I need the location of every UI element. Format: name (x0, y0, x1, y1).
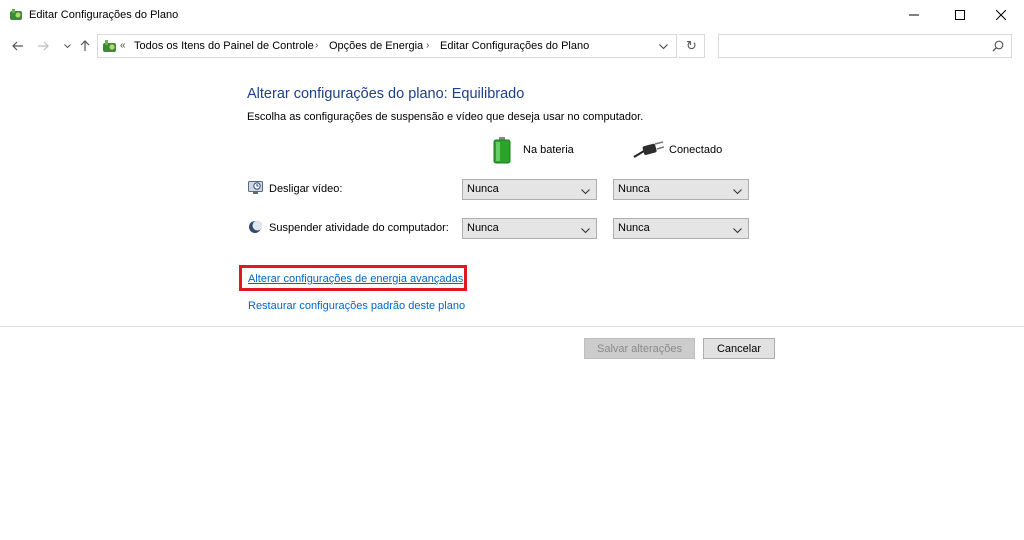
chevron-down-icon[interactable] (659, 41, 668, 53)
breadcrumb-separator[interactable]: › (315, 40, 318, 51)
breadcrumb-overflow-icon[interactable]: « (120, 40, 126, 51)
search-input[interactable] (718, 34, 1012, 58)
breadcrumb-separator[interactable]: › (426, 40, 429, 51)
breadcrumb-all-items[interactable]: Todos os Itens do Painel de Controle (134, 40, 314, 52)
page-description: Escolha as configurações de suspensão e … (247, 111, 644, 123)
cancel-button[interactable]: Cancelar (703, 338, 775, 359)
address-bar[interactable]: « Todos os Itens do Painel de Controle ›… (97, 34, 677, 58)
window-title: Editar Configurações do Plano (29, 9, 179, 21)
back-arrow-icon[interactable] (9, 36, 27, 56)
save-changes-button[interactable]: Salvar alterações (584, 338, 695, 359)
title-bar: Editar Configurações do Plano (0, 0, 1024, 30)
page-title: Alterar configurações do plano: Equilibr… (247, 86, 525, 102)
divider (0, 326, 1024, 327)
column-battery: Na bateria (523, 144, 574, 156)
chevron-down-icon (733, 186, 742, 198)
sleep-plugged-select[interactable]: Nunca (613, 218, 749, 239)
refresh-button[interactable]: ↻ (679, 34, 705, 58)
battery-icon (492, 137, 512, 167)
restore-defaults-link[interactable]: Restaurar configurações padrão deste pla… (248, 300, 465, 312)
refresh-icon: ↻ (686, 38, 697, 53)
breadcrumb-power-options[interactable]: Opções de Energia (329, 40, 423, 52)
control-panel-icon (102, 39, 117, 54)
close-button[interactable] (978, 0, 1024, 30)
chevron-down-icon (733, 225, 742, 237)
select-value: Nunca (467, 222, 499, 234)
select-value: Nunca (618, 183, 650, 195)
maximize-button[interactable] (937, 0, 983, 30)
advanced-power-settings-link[interactable]: Alterar configurações de energia avançad… (248, 273, 463, 285)
chevron-down-icon (581, 186, 590, 198)
select-value: Nunca (618, 222, 650, 234)
select-value: Nunca (467, 183, 499, 195)
search-icon (992, 40, 1004, 55)
turn-off-display-label: Desligar vídeo: (269, 183, 343, 195)
column-plugged-in: Conectado (669, 144, 723, 156)
turn-off-display-battery-select[interactable]: Nunca (462, 179, 597, 200)
control-panel-icon (9, 8, 23, 22)
sleep-label: Suspender atividade do computador: (269, 222, 449, 234)
recent-locations-chevron-icon[interactable] (58, 36, 76, 56)
sleep-moon-icon (248, 220, 263, 237)
up-arrow-icon[interactable] (76, 36, 94, 56)
chevron-down-icon (581, 225, 590, 237)
minimize-button[interactable] (891, 0, 937, 30)
forward-arrow-icon[interactable] (34, 36, 52, 56)
turn-off-display-plugged-select[interactable]: Nunca (613, 179, 749, 200)
breadcrumb-edit-plan[interactable]: Editar Configurações do Plano (440, 40, 589, 52)
power-plug-icon (632, 141, 665, 162)
sleep-battery-select[interactable]: Nunca (462, 218, 597, 239)
display-icon (248, 181, 263, 198)
